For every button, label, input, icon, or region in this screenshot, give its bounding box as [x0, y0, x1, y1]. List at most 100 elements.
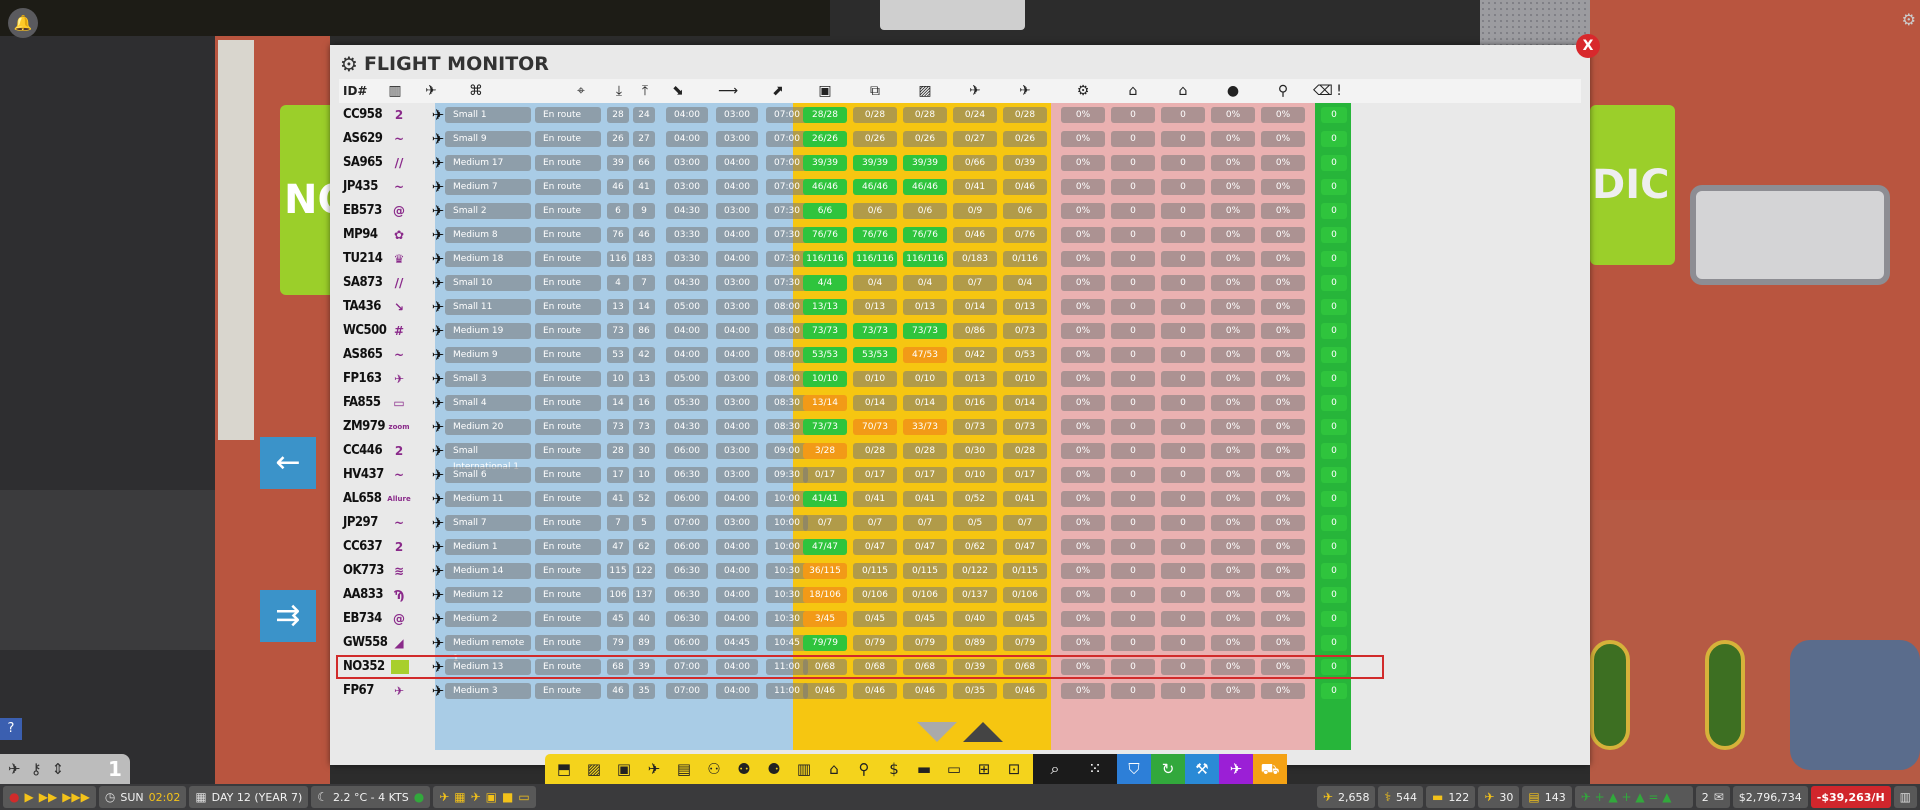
stand-cell[interactable]: Small 6 [445, 467, 531, 483]
flight-row[interactable]: ZM979 zoom ✈ Medium 20 En route 73 73 04:30 04:0… [339, 415, 1581, 439]
flight-id[interactable]: CC637 [343, 537, 383, 557]
train-icon[interactable]: ▭ [518, 790, 529, 804]
flight-row[interactable]: FA855 ▭ ✈ Small 4 En route 14 16 05:30 03:00 08:3… [339, 391, 1581, 415]
grid-icon[interactable]: ⁙ [1077, 754, 1113, 784]
flight-row[interactable]: EB734 @ ✈ Medium 2 En route 45 40 06:30 04:00 10:… [339, 607, 1581, 631]
restaurant-icon[interactable]: $ [881, 760, 907, 778]
flight-row[interactable]: AL658 Allure ✈ Medium 11 En route 41 52 06:00 04… [339, 487, 1581, 511]
food-cart-icon[interactable]: ⚇ [701, 760, 727, 778]
lounge-icon[interactable]: ⚲ [851, 760, 877, 778]
bar-chart-icon[interactable]: ▥ [1900, 790, 1911, 804]
stand-cell[interactable]: Medium 17 [445, 155, 531, 171]
fork-knife-icon[interactable]: ⚲ [1271, 82, 1295, 100]
flight-row[interactable]: WC500 # ✈ Medium 19 En route 73 86 04:00 04:00 08… [339, 319, 1581, 343]
column-header-id[interactable]: ID# [343, 82, 373, 100]
help-button[interactable]: ? [0, 718, 22, 740]
flight-row[interactable]: FP163 ✈ ✈ Small 3 En route 10 13 05:00 03:00 08:0… [339, 367, 1581, 391]
scroll-up-button[interactable] [963, 722, 1003, 742]
stand-cell[interactable]: Small 4 [445, 395, 531, 411]
flight-row[interactable]: EB573 @ ✈ Small 2 En route 6 9 04:30 03:00 07:30 6… [339, 199, 1581, 223]
notification-bell-icon[interactable]: 🔔 [8, 8, 38, 38]
flight-row[interactable]: NO352 ✈ Medium 13 En route 68 39 07:00 04:00 11:… [336, 655, 1581, 679]
stand-icon[interactable]: ⌘ [464, 82, 488, 100]
airplane-icon[interactable]: ✈ [419, 82, 443, 100]
stand-cell[interactable]: Medium remote 1 [445, 635, 531, 664]
luggage-cart-icon[interactable]: ⧉ [863, 82, 887, 100]
stand-cell[interactable]: Medium 12 [445, 587, 531, 603]
stand-cell[interactable]: Medium 20 [445, 419, 531, 435]
stand-cell[interactable]: Small International 1 [445, 443, 531, 472]
stand-cell[interactable]: Medium 8 [445, 227, 531, 243]
faster-forward-icon[interactable]: ▶▶▶ [62, 790, 90, 804]
tray-icon[interactable]: ⊞ [971, 760, 997, 778]
money-icon[interactable]: ▬ [911, 760, 937, 778]
bus-icon[interactable]: ▣ [486, 790, 497, 804]
flight-id[interactable]: FP163 [343, 369, 382, 389]
flight-id[interactable]: WC500 [343, 321, 387, 341]
plane-arrive-icon[interactable]: ✈ [963, 82, 987, 100]
stand-cell[interactable]: Medium 7 [445, 179, 531, 195]
flight-row[interactable]: CC958 2 ✈ Small 1 En route 28 24 04:00 03:00 07:0… [339, 103, 1581, 127]
fast-forward-icon[interactable]: ▶▶ [39, 790, 57, 804]
flight-row[interactable]: SA873//✈ Small 10 En route 4 7 04:30 03:00 07:3… [339, 271, 1581, 295]
refresh-icon[interactable]: ↻ [1151, 754, 1185, 784]
close-button[interactable]: X [1576, 34, 1600, 58]
pause-icon[interactable]: ● [9, 790, 19, 804]
bus-icon[interactable]: ✈ [641, 760, 667, 778]
key-icon[interactable]: ⚷ [31, 760, 42, 778]
flight-id[interactable]: FA855 [343, 393, 381, 413]
mail[interactable]: 2 ✉ [1695, 786, 1730, 808]
flight-row[interactable]: TU214 ♛ ✈ Medium 18 En route 116 183 03:30 04:00… [339, 247, 1581, 271]
flight-id[interactable]: GW558 [343, 633, 388, 653]
flight-row[interactable]: AA833 Ϡ ✈ Medium 12 En route 106 137 06:30 04:00… [339, 583, 1581, 607]
flight-id[interactable]: AA833 [343, 585, 384, 605]
flight-row[interactable]: AS865 ~ ✈ Medium 9 En route 53 42 04:00 04:00 08:… [339, 343, 1581, 367]
stand-cell[interactable]: Medium 19 [445, 323, 531, 339]
flight-id[interactable]: CC958 [343, 105, 383, 125]
stand-cell[interactable]: Medium 1 [445, 539, 531, 555]
flight-id[interactable]: AS629 [343, 129, 383, 149]
airplane-icon[interactable]: ✈ [471, 790, 481, 804]
grid-icon[interactable]: ▦ [454, 790, 465, 804]
toilet-icon[interactable]: ⌂ [821, 760, 847, 778]
stand-cell[interactable]: Medium 9 [445, 347, 531, 363]
stand-cell[interactable]: Medium 3 [445, 683, 531, 699]
landing-icon[interactable]: ⬊ [666, 82, 690, 100]
airplane-icon[interactable]: ▤ [671, 760, 697, 778]
settings-gear-icon[interactable]: ⚙ [1902, 10, 1916, 29]
flight-row[interactable]: CC4462✈Small International 1En route2830… [339, 439, 1581, 472]
taxi-icon[interactable]: ⟶ [716, 82, 740, 100]
flight-row[interactable]: HV437 ~ ✈ Small 6 En route 17 10 06:30 03:00 09:3… [339, 463, 1581, 487]
plane-takeoff-icon[interactable]: ✈ [439, 790, 449, 804]
flight-id[interactable]: SA965 [343, 153, 383, 173]
plane-icon[interactable]: ⬒ [551, 760, 577, 778]
tools-icon[interactable]: ⚒ [1185, 754, 1219, 784]
passenger-in-icon[interactable]: ⤓ [607, 82, 631, 100]
flight-row[interactable]: OK773 ≋ ✈ Medium 14 En route 115 122 06:30 04:00… [339, 559, 1581, 583]
flight-id[interactable]: ZM979 [343, 417, 386, 437]
flight-id[interactable]: EB573 [343, 201, 382, 221]
arrows-updown-icon[interactable]: ⇕ [52, 760, 65, 778]
suitcase-icon[interactable]: ⌂ [1121, 82, 1145, 100]
stand-cell[interactable]: Medium 2 [445, 611, 531, 627]
plane-icon[interactable]: ✈ [8, 760, 21, 778]
flight-row[interactable]: CC637 2 ✈ Medium 1 En route 47 62 06:00 04:00 10:… [339, 535, 1581, 559]
magnifier-icon[interactable]: ⌕ [1037, 754, 1073, 784]
flight-id[interactable]: HV437 [343, 465, 384, 485]
package-icon[interactable]: ■ [502, 790, 513, 804]
flight-row[interactable]: AS629 ~ ✈ Small 9 En route 26 27 04:00 03:00 07:0… [339, 127, 1581, 151]
passenger-out-icon[interactable]: ⤒ [633, 82, 657, 100]
scroll-down-button[interactable] [917, 722, 957, 742]
bus-stop-icon[interactable]: ⛟ [1253, 754, 1287, 784]
stand-cell[interactable]: Small 11 [445, 299, 531, 315]
flight-id[interactable]: TU214 [343, 249, 383, 269]
family-icon[interactable]: ⚈ [761, 760, 787, 778]
radar-icon[interactable]: ⌖ [569, 82, 593, 100]
stand-cell[interactable]: Small 3 [445, 371, 531, 387]
flight-id[interactable]: FP67 [343, 681, 374, 701]
baggage-icon[interactable]: ▥ [791, 760, 817, 778]
luggage-icon[interactable]: ⌂ [1171, 82, 1195, 100]
gear-icon[interactable]: ⚙ [1071, 82, 1095, 100]
flight-row[interactable]: JP297 ~ ✈ Small 7 En route 7 5 07:00 03:00 10:00 0… [339, 511, 1581, 535]
flight-row[interactable]: SA965//✈ Medium 17 En route 39 66 03:00 04:00 0… [339, 151, 1581, 175]
